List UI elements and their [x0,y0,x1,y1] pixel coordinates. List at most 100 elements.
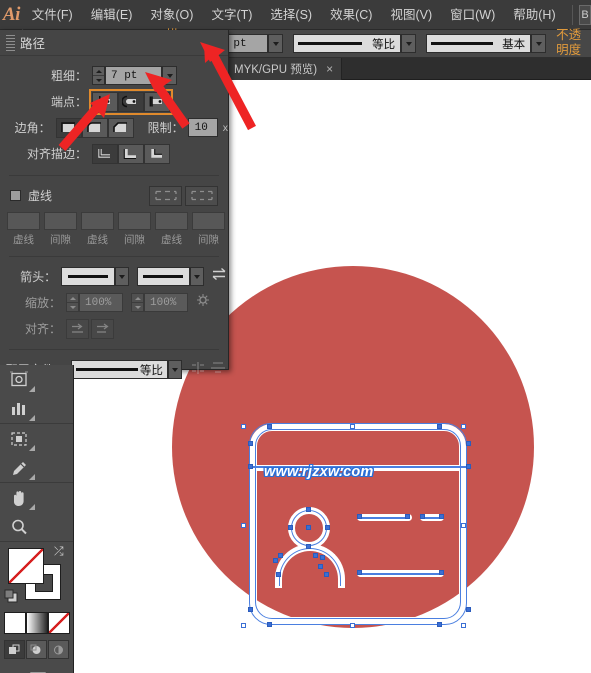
default-fill-stroke-icon[interactable] [4,589,19,604]
flip-across-icon[interactable] [189,361,208,379]
dash-align-icon[interactable] [185,185,218,206]
path-anchor[interactable] [466,441,471,446]
menu-window[interactable]: 窗口(W) [441,0,504,30]
menu-view[interactable]: 视图(V) [381,0,441,30]
path-anchor[interactable] [357,570,362,575]
path-anchor[interactable] [276,572,281,577]
path-anchor[interactable] [437,424,442,429]
align-center-icon[interactable] [92,143,118,164]
swap-arrows-icon[interactable] [212,267,228,286]
align-outside-icon[interactable] [144,143,170,164]
path-anchor[interactable] [405,514,410,519]
artboard-tool-icon[interactable] [0,365,37,394]
gap-input-1[interactable] [44,212,77,230]
gap-input-3[interactable] [192,212,225,230]
path-anchor[interactable] [273,558,278,563]
eyedropper-tool-icon[interactable] [0,453,37,482]
stroke-panel-header[interactable]: 路径 [0,30,228,56]
panel-weight-stepper[interactable] [92,66,105,85]
document-tab[interactable]: MYK/GPU 预览) × [228,58,343,80]
miter-limit-input[interactable]: 10 [187,118,218,137]
round-join-icon[interactable] [81,117,108,138]
path-anchor[interactable] [306,544,311,549]
fill-color-swatch[interactable] [8,548,44,584]
flip-along-icon[interactable] [209,361,228,379]
close-icon[interactable]: × [326,63,333,75]
gradient-icon[interactable] [25,612,48,634]
path-anchor[interactable] [248,464,253,469]
path-anchor[interactable] [466,464,471,469]
bbox-handle[interactable] [461,424,466,429]
panel-weight-input[interactable]: 7 pt [105,66,162,85]
solid-color-icon[interactable] [3,612,26,634]
menu-help[interactable]: 帮助(H) [504,0,564,30]
brush-definition-select[interactable]: 基本 [426,34,532,53]
miter-join-icon[interactable] [55,117,82,138]
menu-effect[interactable]: 效果(C) [321,0,381,30]
dash-preserve-icon[interactable] [149,185,182,206]
slice-tool-icon[interactable] [0,424,37,453]
projecting-cap-icon[interactable] [144,91,170,112]
profile-select[interactable]: 等比 [70,360,168,379]
path-anchor[interactable] [420,514,425,519]
path-anchor[interactable] [325,525,330,530]
path-anchor[interactable] [357,514,362,519]
path-anchor[interactable] [248,607,253,612]
draw-inside-icon[interactable] [48,640,69,659]
info-bar-3[interactable] [357,570,444,577]
scale-start-input[interactable]: 100% [79,293,123,312]
path-anchor[interactable] [324,572,329,577]
bbox-handle[interactable] [461,523,466,528]
panel-weight-dropdown[interactable] [162,66,177,85]
card-outline-shape[interactable] [250,424,466,624]
scale-end-input[interactable]: 100% [144,293,188,312]
arrowhead-start-dropdown[interactable] [114,267,129,286]
path-anchor[interactable] [439,570,444,575]
menu-object[interactable]: 对象(O) [141,0,202,30]
dash-input-1[interactable] [7,212,40,230]
arrowhead-start-select[interactable] [61,267,115,286]
gap-input-2[interactable] [118,212,151,230]
path-anchor-center[interactable] [306,525,311,530]
extend-arrowtip-icon[interactable] [66,318,89,339]
panel-grip[interactable] [6,34,15,51]
path-anchor[interactable] [306,507,311,512]
path-anchor[interactable] [267,622,272,627]
bbox-handle[interactable] [241,424,246,429]
draw-behind-icon[interactable] [26,640,47,659]
dash-input-2[interactable] [81,212,114,230]
menu-file[interactable]: 文件(F) [23,0,82,30]
bbox-handle[interactable] [350,424,355,429]
width-profile-dropdown[interactable] [401,34,417,53]
swap-fill-stroke-icon[interactable]: ⤮ [54,544,68,558]
bbox-handle[interactable] [241,623,246,628]
dash-input-3[interactable] [155,212,188,230]
arrowhead-end-dropdown[interactable] [190,267,204,286]
bevel-join-icon[interactable] [107,117,134,138]
round-cap-icon[interactable] [118,91,144,112]
path-anchor[interactable] [267,424,272,429]
hand-tool-icon[interactable] [0,483,37,512]
brush-definition-dropdown[interactable] [531,34,547,53]
bbox-handle[interactable] [350,623,355,628]
path-anchor[interactable] [278,553,283,558]
graph-tool-icon[interactable] [0,394,37,423]
menu-select[interactable]: 选择(S) [261,0,321,30]
path-anchor[interactable] [248,441,253,446]
path-anchor[interactable] [288,525,293,530]
path-anchor[interactable] [466,607,471,612]
menu-edit[interactable]: 编辑(E) [82,0,142,30]
scale-start-stepper[interactable] [66,293,79,312]
scale-end-stepper[interactable] [131,293,144,312]
dashed-line-checkbox[interactable] [10,190,21,201]
path-anchor[interactable] [313,553,318,558]
none-color-icon[interactable] [47,612,70,634]
opacity-panel-link[interactable]: 不透明度 [556,28,591,59]
arrowhead-end-select[interactable] [136,267,191,286]
profile-dropdown[interactable] [167,360,182,379]
align-inside-icon[interactable] [118,143,144,164]
path-anchor[interactable] [439,514,444,519]
stroke-weight-dropdown[interactable] [268,34,284,53]
info-bar-1[interactable] [357,514,412,521]
path-anchor[interactable] [320,555,325,560]
